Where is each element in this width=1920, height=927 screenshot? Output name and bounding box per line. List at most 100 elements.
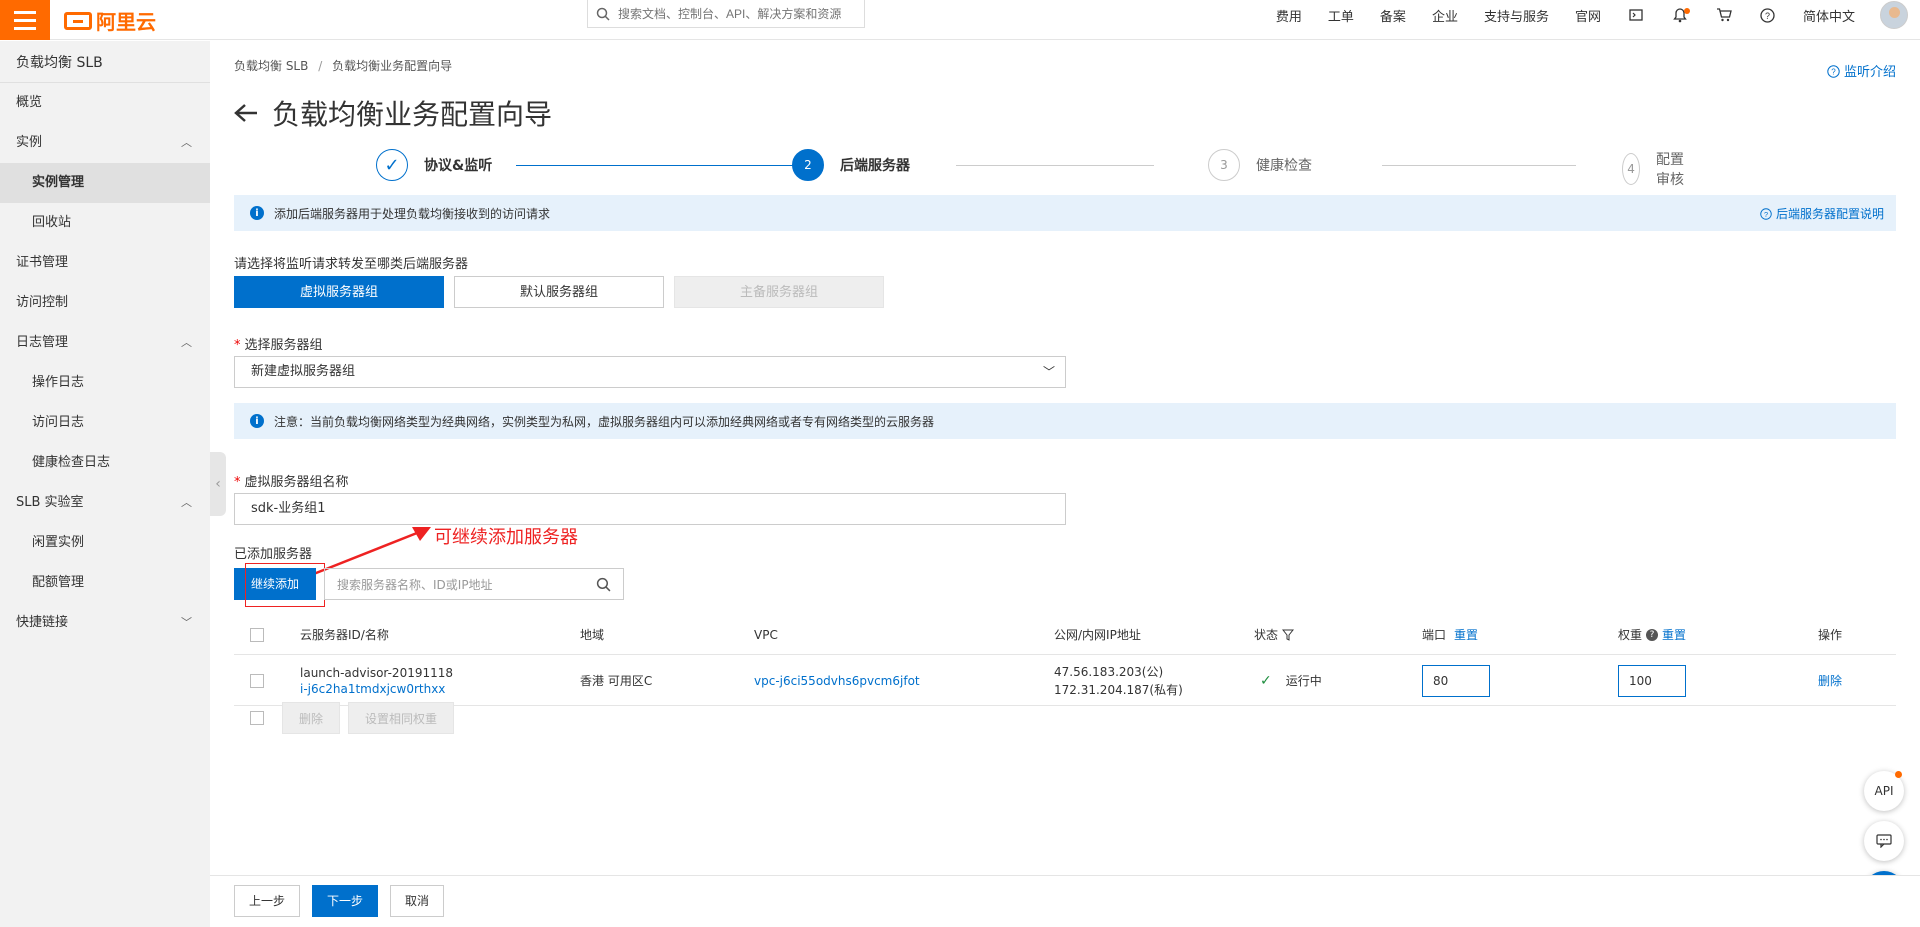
sidebar-item-slb-lab[interactable]: SLB 实验室 ︿ xyxy=(0,483,210,523)
menu-icon[interactable] xyxy=(0,0,50,40)
api-float-button[interactable]: API xyxy=(1864,771,1904,811)
network-notice-banner: i 注意：当前负载均衡网络类型为经典网络，实例类型为私网，虚拟服务器组内可以添加… xyxy=(234,403,1896,439)
wizard-footer: 上一步 下一步 取消 xyxy=(210,875,1920,927)
cancel-button[interactable]: 取消 xyxy=(390,885,445,917)
global-search-input[interactable] xyxy=(618,6,858,21)
row-checkbox[interactable] xyxy=(250,673,264,688)
question-circle-icon: ? xyxy=(1760,207,1772,220)
api-label: API xyxy=(1874,784,1894,798)
chat-icon[interactable] xyxy=(1864,821,1904,861)
sidebar-item-overview[interactable]: 概览 xyxy=(0,83,210,123)
help-link-text: 后端服务器配置说明 xyxy=(1775,206,1884,221)
nav-icp[interactable]: 备案 xyxy=(1367,6,1419,25)
step-backend-servers: 2 后端服务器 xyxy=(792,149,910,181)
table-row: launch-advisor-20191118 i-j6c2ha1tmdxjcw… xyxy=(234,656,1896,706)
server-group-select-value: 新建虚拟服务器组 xyxy=(251,364,356,379)
server-search-input[interactable]: 搜索服务器名称、ID或IP地址 xyxy=(324,568,624,600)
step-label: 配置审核 xyxy=(1656,152,1685,188)
sidebar-collapse-handle[interactable]: ‹ xyxy=(210,452,226,516)
sidebar-item-label: 实例 xyxy=(16,135,43,150)
server-id-link[interactable]: i-j6c2ha1tmdxjcw0rthxx xyxy=(300,682,445,696)
global-search[interactable] xyxy=(587,0,865,28)
sidebar: 负载均衡 SLB 概览 实例 ︿ 实例管理 回收站 证书管理 访问控制 日志管理 ︿… xyxy=(0,41,210,927)
sidebar-item-label: 闲置实例 xyxy=(32,535,85,550)
group-name-label: * 虚拟服务器组名称 xyxy=(234,475,349,490)
port-input[interactable]: 80 xyxy=(1422,664,1490,697)
breadcrumb-root[interactable]: 负载均衡 SLB xyxy=(234,59,308,73)
avatar[interactable] xyxy=(1880,1,1908,29)
sidebar-item-instance-management[interactable]: 实例管理 xyxy=(0,163,210,203)
help-icon[interactable]: ? xyxy=(1746,7,1790,23)
reset-port-link[interactable]: 重置 xyxy=(1454,626,1478,643)
sidebar-item-shortcuts[interactable]: 快捷链接 ﹀ xyxy=(0,603,210,643)
sidebar-item-instances[interactable]: 实例 ︿ xyxy=(0,123,210,163)
delete-row-link[interactable]: 删除 xyxy=(1818,656,1842,705)
network-notice-text: 注意：当前负载均衡网络类型为经典网络，实例类型为私网，虚拟服务器组内可以添加经典… xyxy=(274,414,935,429)
nav-tickets[interactable]: 工单 xyxy=(1315,6,1367,25)
chevron-down-icon: ﹀ xyxy=(1042,365,1055,379)
terminal-icon[interactable] xyxy=(1614,8,1658,22)
sidebar-item-logs[interactable]: 日志管理 ︿ xyxy=(0,323,210,363)
sidebar-item-certificates[interactable]: 证书管理 xyxy=(0,243,210,283)
language-switch[interactable]: 简体中文 xyxy=(1790,6,1868,25)
select-all-checkbox[interactable] xyxy=(250,627,264,642)
bell-icon[interactable] xyxy=(1658,7,1702,23)
col-ip: 公网/内网IP地址 xyxy=(1054,628,1141,642)
default-server-group-option[interactable]: 默认服务器组 xyxy=(454,276,664,308)
sidebar-item-quota[interactable]: 配额管理 xyxy=(0,563,210,603)
nav-official-site[interactable]: 官网 xyxy=(1562,6,1614,25)
sidebar-item-idle-instances[interactable]: 闲置实例 xyxy=(0,523,210,563)
sidebar-item-recycle-bin[interactable]: 回收站 xyxy=(0,203,210,243)
info-banner: i 添加后端服务器用于处理负载均衡接收到的访问请求 ? 后端服务器配置说明 xyxy=(234,195,1896,231)
col-status[interactable]: 状态 xyxy=(1254,615,1295,654)
cart-icon[interactable] xyxy=(1702,8,1746,22)
nav-support[interactable]: 支持与服务 xyxy=(1471,6,1562,25)
listener-help-link[interactable]: ? 监听介绍 xyxy=(1827,61,1896,80)
help-link-text: 监听介绍 xyxy=(1843,65,1896,80)
sidebar-item-label: 日志管理 xyxy=(16,335,69,350)
back-arrow-icon[interactable] xyxy=(234,103,258,123)
step-number: 2 xyxy=(792,149,824,181)
prev-step-button[interactable]: 上一步 xyxy=(234,885,301,917)
col-vpc: VPC xyxy=(754,627,778,642)
sidebar-item-label: 访问日志 xyxy=(32,415,85,430)
page-title-row: 负载均衡业务配置向导 xyxy=(234,93,552,133)
chevron-up-icon: ︿ xyxy=(181,336,192,349)
nav-enterprise[interactable]: 企业 xyxy=(1419,6,1471,25)
filter-icon[interactable] xyxy=(1282,629,1295,641)
sidebar-item-access-logs[interactable]: 访问日志 xyxy=(0,403,210,443)
sidebar-item-label: 操作日志 xyxy=(32,375,85,390)
sidebar-title: 负载均衡 SLB xyxy=(0,41,210,83)
sidebar-item-health-check-logs[interactable]: 健康检查日志 xyxy=(0,443,210,483)
question-icon[interactable]: ? xyxy=(1646,628,1659,641)
question-circle-icon: ? xyxy=(1827,65,1840,78)
weight-input[interactable]: 100 xyxy=(1618,664,1686,697)
breadcrumb-current: 负载均衡业务配置向导 xyxy=(332,59,453,73)
sidebar-item-access-control[interactable]: 访问控制 xyxy=(0,283,210,323)
next-step-button[interactable]: 下一步 xyxy=(312,885,379,917)
server-search-placeholder: 搜索服务器名称、ID或IP地址 xyxy=(337,577,493,592)
aliyun-logo[interactable]: 阿里云 xyxy=(64,6,156,35)
sidebar-item-operation-logs[interactable]: 操作日志 xyxy=(0,363,210,403)
col-weight: 权重? 重置 xyxy=(1618,615,1686,654)
bulk-select-checkbox[interactable] xyxy=(250,711,264,725)
backend-config-help-link[interactable]: ? 后端服务器配置说明 xyxy=(1760,205,1884,222)
virtual-server-group-option[interactable]: 虚拟服务器组 xyxy=(234,276,444,308)
set-same-weight-button: 设置相同权重 xyxy=(348,702,455,734)
server-status: 运行中 xyxy=(1285,674,1322,688)
server-vpc-link[interactable]: vpc-j6ci55odvhs6pvcm6jfot xyxy=(754,656,920,705)
reset-weight-link[interactable]: 重置 xyxy=(1662,626,1686,643)
col-status-label: 状态 xyxy=(1254,628,1279,642)
wizard-steps: ✓ 协议&监听 2 后端服务器 3 健康检查 4 配置审核 xyxy=(376,149,1686,188)
added-servers-label: 已添加服务器 xyxy=(234,547,313,562)
info-banner-text: 添加后端服务器用于处理负载均衡接收到的访问请求 xyxy=(274,206,551,221)
nav-fees[interactable]: 费用 xyxy=(1263,6,1315,25)
step-label: 协议&监听 xyxy=(424,158,493,174)
sidebar-item-label: 概览 xyxy=(16,95,43,110)
logo-mark-icon xyxy=(64,11,92,30)
step-label: 健康检查 xyxy=(1256,158,1312,174)
group-name-label-text: 虚拟服务器组名称 xyxy=(244,475,349,490)
server-group-select[interactable]: 新建虚拟服务器组 ﹀ xyxy=(234,356,1066,388)
search-icon[interactable] xyxy=(596,577,611,592)
search-icon xyxy=(596,7,610,21)
